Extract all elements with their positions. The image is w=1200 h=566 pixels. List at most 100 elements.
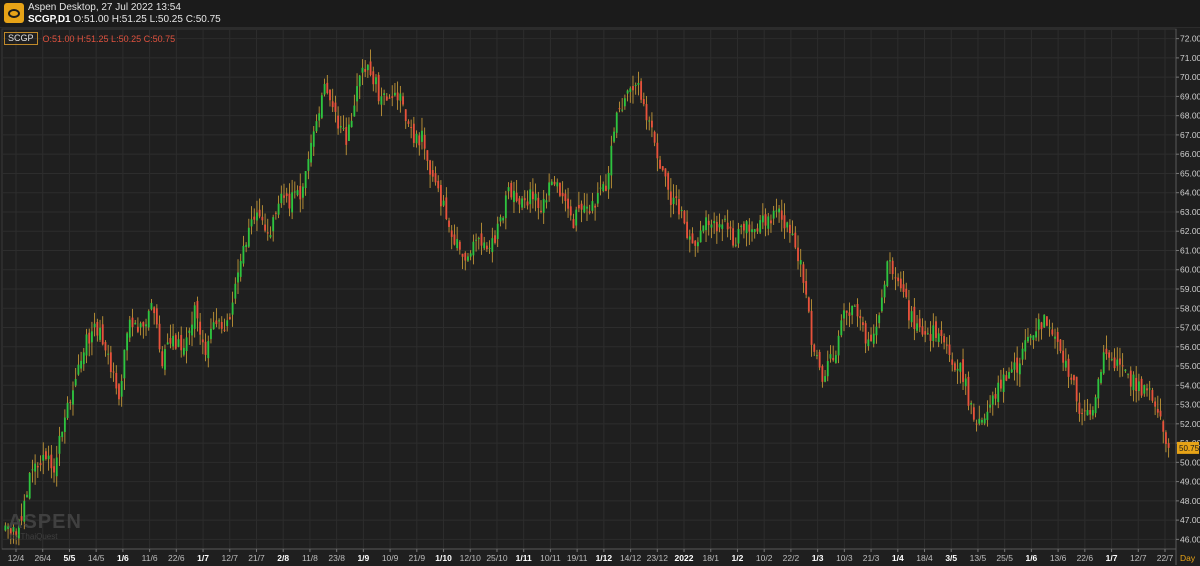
candle-body-up — [556, 182, 559, 187]
candle-body-up — [696, 242, 699, 247]
candle-body-up — [77, 364, 80, 375]
candle-body-down — [580, 203, 583, 210]
candle-body-up — [26, 494, 28, 498]
candle-body-up — [366, 64, 369, 71]
candle-body-down — [1165, 432, 1167, 444]
candle-body-down — [423, 134, 426, 149]
candle-body-down — [1159, 410, 1162, 417]
y-tick-label: 52.00 — [1180, 419, 1200, 429]
candlestick-chart[interactable]: 72.00 71.00 70.00 69.00 68.00 67.00 66.00 65.00… — [0, 0, 1200, 566]
candle-body-down — [807, 297, 810, 312]
candle-body-up — [72, 390, 74, 405]
candle-body-up — [1027, 336, 1029, 342]
candle-body-down — [994, 394, 997, 399]
candle-body-up — [799, 260, 802, 265]
candle-body-down — [431, 170, 434, 177]
candle-body-down — [921, 326, 924, 335]
y-tick-label: 57.00 — [1180, 323, 1200, 333]
candle-body-up — [320, 95, 323, 118]
candle-body-up — [705, 217, 707, 231]
candle-body-down — [564, 193, 567, 202]
candle-body-down — [553, 181, 556, 185]
candle-body-up — [740, 225, 743, 228]
candle-body-down — [864, 323, 867, 344]
candle-body-down — [36, 465, 39, 468]
time-axis: 12/4 26/4 5/5 14/5 1/6 11/6 22/6 1/7 12/7 21/7 2/8… — [2, 548, 1196, 563]
candle-body-up — [753, 229, 756, 233]
candle-body-up — [613, 131, 615, 142]
x-tick-label: 18/1 — [702, 553, 719, 563]
candle-body-up — [42, 454, 45, 461]
candle-body-up — [307, 158, 310, 171]
candle-body-down — [894, 277, 897, 279]
candle-body-up — [1048, 327, 1051, 329]
candle-body-up — [188, 330, 191, 333]
candle-body-down — [523, 198, 526, 201]
candle-body-down — [908, 300, 910, 321]
x-tick-label: 21/7 — [248, 553, 265, 563]
candle-body-up — [1002, 374, 1005, 393]
candle-body-up — [983, 418, 986, 424]
candle-body-down — [1078, 402, 1081, 414]
candle-body-down — [645, 104, 648, 121]
candle-body-up — [878, 315, 881, 324]
candle-body-down — [802, 264, 805, 283]
candle-body-down — [918, 318, 921, 328]
candle-body-down — [253, 216, 256, 220]
candle-body-down — [856, 304, 859, 317]
candle-body-down — [694, 240, 697, 246]
candle-body-down — [50, 454, 53, 469]
candle-body-up — [886, 261, 889, 286]
candle-body-down — [334, 102, 337, 112]
candle-body-down — [223, 329, 226, 331]
y-tick-label: 68.00 — [1180, 111, 1200, 121]
x-tick-label: 2/8 — [277, 553, 289, 563]
candle-body-down — [999, 379, 1002, 389]
watermark-main: ASPEN — [8, 511, 82, 533]
x-tick-label: 21/9 — [409, 553, 426, 563]
candle-body-up — [761, 215, 764, 223]
candle-body-down — [480, 233, 483, 246]
candle-body-up — [610, 145, 613, 176]
candle-body-down — [569, 206, 572, 216]
candle-body-up — [853, 305, 856, 307]
candle-body-up — [767, 216, 770, 229]
candle-body-down — [180, 334, 183, 351]
candle-body-down — [285, 193, 288, 197]
candle-body-down — [450, 230, 453, 237]
candle-body-down — [445, 197, 448, 220]
candle-body-down — [131, 317, 134, 328]
candle-body-down — [377, 74, 380, 102]
candle-body-up — [772, 210, 775, 219]
watermark-sub: by ThaiQuest — [10, 532, 58, 541]
candle-body-down — [664, 168, 667, 177]
candle-body-up — [775, 210, 778, 212]
candle-body-up — [834, 355, 837, 363]
candle-body-up — [193, 305, 196, 329]
y-tick-label: 72.00 — [1180, 34, 1200, 44]
candle-body-up — [239, 260, 242, 277]
candle-body-down — [258, 209, 261, 217]
candle-body-up — [837, 335, 840, 356]
candle-body-down — [669, 191, 672, 205]
candle-body-down — [329, 89, 331, 101]
candle-body-up — [61, 431, 64, 438]
candle-body-up — [47, 455, 50, 460]
x-tick-label: 14/5 — [88, 553, 105, 563]
candle-body-down — [437, 180, 440, 189]
candle-body-down — [174, 335, 177, 349]
candle-body-up — [28, 472, 31, 499]
candle-body-up — [191, 324, 193, 336]
candle-body-down — [404, 109, 407, 122]
candle-body-up — [210, 328, 212, 340]
candle-body-up — [867, 339, 870, 347]
candle-body-up — [872, 333, 875, 344]
candle-body-up — [978, 418, 981, 424]
candle-body-down — [1146, 388, 1148, 391]
candle-body-down — [1089, 410, 1092, 415]
candle-body-up — [1143, 385, 1146, 394]
x-tick-label: 1/7 — [1106, 553, 1118, 563]
candle-body-down — [118, 384, 120, 400]
candle-body-down — [1005, 375, 1008, 381]
candle-body-down — [1040, 322, 1043, 330]
